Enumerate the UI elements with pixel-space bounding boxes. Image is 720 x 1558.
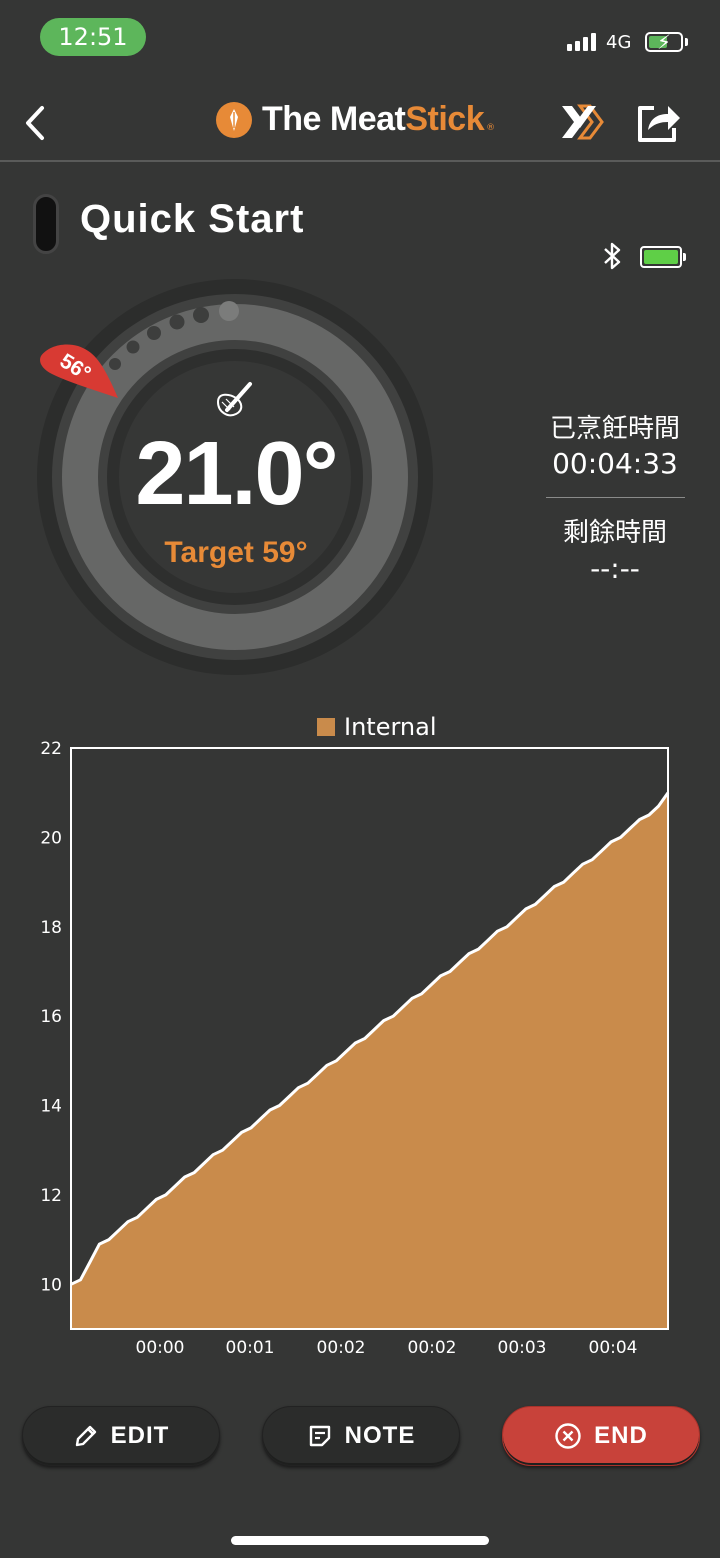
device-battery-icon (640, 246, 682, 268)
brand-name: The Meat (262, 100, 406, 138)
temperature-chart: 10 12 14 16 18 20 22 00:00 00:01 00:02 00:02 00:03 0… (40, 740, 670, 1358)
x-tick-label: 00:02 (408, 1338, 457, 1358)
y-tick-label: 18 (40, 918, 62, 938)
nav-divider (0, 160, 720, 162)
cooked-time-value: 00:04:33 (552, 447, 678, 480)
current-temperature: 21.0° (135, 424, 338, 524)
target-temperature: Target 59° (164, 536, 308, 569)
brand-logo: The MeatStick ® (216, 100, 495, 139)
chart-legend: Internal (317, 713, 437, 741)
remaining-time-label: 剩餘時間 (562, 518, 667, 548)
share-icon[interactable] (634, 98, 682, 144)
meatstick-device-icon (33, 194, 59, 254)
y-tick-label: 20 (40, 828, 62, 848)
end-button[interactable]: END (502, 1406, 700, 1466)
y-tick-label: 12 (40, 1186, 62, 1206)
device-battery-tip (683, 253, 686, 261)
cooked-time-label: 已烹飪時間 (549, 414, 680, 444)
x-tick-label: 00:03 (498, 1338, 547, 1358)
brand-name-accent: Stick (405, 100, 485, 138)
y-tick-label: 16 (40, 1007, 62, 1027)
brand-trademark: ® (486, 122, 496, 133)
edit-button[interactable]: EDIT (22, 1406, 220, 1466)
signal-icon (567, 33, 596, 51)
network-label: 4G (606, 32, 632, 53)
x-tick-label: 00:02 (317, 1338, 366, 1358)
home-indicator (231, 1536, 489, 1545)
note-label: NOTE (344, 1422, 416, 1449)
edit-label: EDIT (110, 1422, 170, 1449)
x-tick-label: 00:01 (226, 1338, 275, 1358)
legend-label-internal: Internal (344, 713, 437, 741)
target-marker: 56° (40, 344, 118, 398)
legend-swatch-internal (317, 718, 335, 736)
note-button[interactable]: NOTE (262, 1406, 460, 1466)
bluetooth-icon (604, 242, 621, 270)
close-circle-icon (554, 1422, 582, 1450)
end-label: END (594, 1422, 648, 1449)
remaining-time-value: --:-- (590, 552, 640, 585)
x-logo-icon[interactable] (558, 102, 608, 142)
y-tick-label: 22 (40, 740, 62, 759)
meatstick-logo-icon (216, 101, 252, 138)
x-tick-label: 00:00 (136, 1338, 185, 1358)
pencil-icon (73, 1423, 99, 1449)
status-battery-icon: ⚡ (645, 30, 683, 54)
timer-divider (546, 497, 685, 498)
status-time: 12:51 (40, 18, 146, 56)
series-area-internal (71, 792, 668, 1329)
status-battery-tip (685, 38, 688, 46)
meat-probe-icon (216, 382, 252, 417)
back-icon[interactable] (18, 100, 58, 146)
x-tick-label: 00:04 (589, 1338, 638, 1358)
note-icon (307, 1423, 333, 1449)
y-tick-label: 10 (40, 1275, 62, 1295)
y-tick-label: 14 (40, 1097, 62, 1117)
page-title: Quick Start (80, 197, 305, 241)
